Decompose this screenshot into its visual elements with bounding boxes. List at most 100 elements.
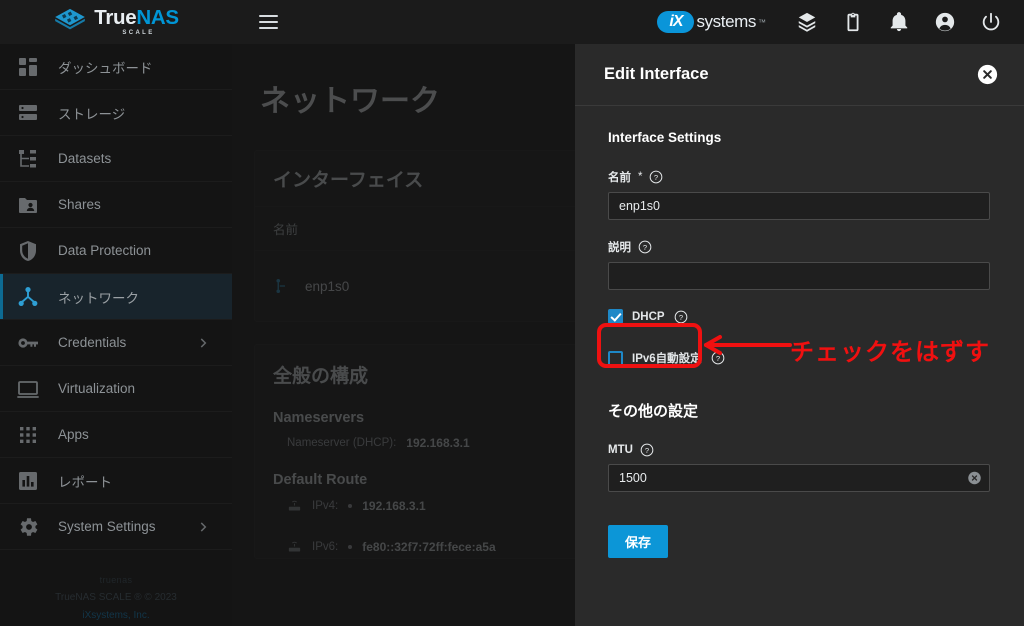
svg-text:?: ?	[678, 312, 682, 321]
help-icon[interactable]: ?	[674, 310, 688, 324]
dhcp-checkbox-row[interactable]: DHCP ?	[608, 309, 995, 324]
account-circle-icon[interactable]	[934, 11, 956, 33]
dhcp-checkbox[interactable]	[608, 309, 623, 324]
ix-tm-mark: ™	[758, 17, 766, 27]
sidebar-item-datasets[interactable]: Datasets	[0, 136, 232, 182]
clipboard-tasks-icon[interactable]	[842, 11, 864, 33]
sidebar-item-label: Shares	[58, 197, 101, 212]
name-field-label: 名前 * ?	[608, 169, 995, 185]
ixsystems-logo[interactable]: iX systems ™	[657, 11, 766, 33]
interface-icon	[276, 278, 285, 294]
sidebar-item-shares[interactable]: Shares	[0, 182, 232, 228]
truenas-scale-app: TrueNAS SCALE iX systems ™ ダッシュボード ストレージ…	[0, 0, 1024, 626]
power-icon[interactable]	[980, 11, 1002, 33]
section-title-other-settings: その他の設定	[608, 403, 699, 420]
truenas-logo[interactable]: TrueNAS SCALE	[0, 0, 232, 44]
monitor-icon	[17, 380, 39, 398]
sidebar-item-label: レポート	[58, 474, 112, 490]
network-icon	[18, 286, 38, 306]
ipv6-auto-checkbox-row[interactable]: IPv6自動設定 ?	[608, 350, 995, 366]
sidebar-item-label: ストレージ	[58, 106, 126, 122]
bullet-dot	[348, 544, 353, 549]
router-icon	[288, 500, 301, 511]
mtu-input[interactable]: 1500	[608, 464, 990, 492]
mtu-input-wrapper: 1500	[608, 464, 990, 492]
description-field-label: 説明 ?	[608, 239, 995, 255]
mtu-label-text: MTU	[608, 444, 633, 456]
interface-name: enp1s0	[305, 278, 350, 294]
shares-folder-icon	[19, 197, 37, 213]
config-value: 192.168.3.1	[362, 498, 426, 513]
bell-alerts-icon[interactable]	[888, 11, 910, 33]
logo-scale-text: SCALE	[122, 29, 155, 36]
key-icon	[18, 337, 38, 348]
dhcp-label: DHCP	[632, 310, 665, 323]
sidebar-item-label: System Settings	[58, 519, 156, 534]
sidebar-item-label: Datasets	[58, 151, 112, 166]
config-value: 192.168.3.1	[406, 436, 470, 450]
checkbox-group: DHCP ? IPv6自動設定 ?	[608, 309, 995, 366]
svg-text:?: ?	[654, 173, 658, 182]
save-button[interactable]: 保存	[608, 525, 668, 558]
mtu-field-label: MTU ?	[608, 443, 995, 457]
required-marker: *	[638, 171, 643, 183]
ix-systems-text: systems	[696, 12, 756, 31]
ipv6-auto-checkbox[interactable]	[608, 350, 623, 366]
sidebar-item-apps[interactable]: Apps	[0, 412, 232, 458]
svg-text:?: ?	[645, 446, 649, 455]
help-icon[interactable]: ?	[711, 351, 725, 365]
help-icon[interactable]: ?	[649, 170, 663, 184]
chevron-right-icon	[200, 521, 207, 532]
top-bar: TrueNAS SCALE iX systems ™	[0, 0, 1024, 44]
edit-interface-panel: Edit Interface Interface Settings 名前 * ?…	[575, 44, 1024, 626]
apps-cube-icon[interactable]	[796, 11, 818, 33]
close-icon[interactable]	[977, 64, 998, 85]
sidebar-item-label: Apps	[58, 427, 89, 442]
help-icon[interactable]: ?	[640, 443, 654, 457]
gear-icon	[20, 517, 38, 536]
config-value: fe80::32f7:72ff:fece:a5a	[362, 539, 496, 554]
svg-text:?: ?	[716, 354, 720, 363]
description-input[interactable]	[608, 262, 990, 290]
name-input[interactable]: enp1s0	[608, 192, 990, 220]
datasets-tree-icon	[19, 149, 36, 167]
description-label-text: 説明	[608, 242, 631, 254]
name-label-text: 名前	[608, 172, 631, 184]
sidebar-item-storage[interactable]: ストレージ	[0, 90, 232, 136]
sidebar-item-label: Virtualization	[58, 381, 136, 396]
config-key: IPv6:	[312, 540, 339, 553]
logo-nas-text: NAS	[136, 6, 179, 30]
sidebar-item-virtualization[interactable]: Virtualization	[0, 366, 232, 412]
sidebar-item-credentials[interactable]: Credentials	[0, 320, 232, 366]
sidebar-item-data-protection[interactable]: Data Protection	[0, 228, 232, 274]
svg-text:?: ?	[643, 243, 647, 252]
footer-link[interactable]: iXsystems, Inc.	[0, 607, 232, 626]
reports-chart-icon	[19, 471, 37, 490]
sidebar-item-label: ネットワーク	[58, 290, 139, 306]
truenas-wordmark: TrueNAS SCALE	[94, 6, 179, 36]
chevron-right-icon	[200, 337, 207, 348]
sidebar-item-label: ダッシュボード	[58, 60, 153, 76]
panel-title: Edit Interface	[604, 65, 709, 83]
config-key: Nameserver (DHCP):	[287, 437, 397, 449]
footer-copyright: TrueNAS SCALE ® © 2023	[55, 591, 177, 603]
ipv6-auto-label: IPv6自動設定	[632, 353, 702, 365]
hamburger-menu-icon[interactable]	[246, 0, 290, 44]
footer-brand: truenas	[99, 575, 133, 585]
apps-grid-icon	[20, 426, 36, 443]
description-field-group: 説明 ?	[608, 239, 995, 290]
sidebar-item-network[interactable]: ネットワーク	[0, 274, 232, 320]
logo-true-text: True	[94, 6, 137, 30]
sidebar-item-system-settings[interactable]: System Settings	[0, 504, 232, 550]
section-title-interface-settings: Interface Settings	[608, 130, 722, 145]
sidebar-item-dashboard[interactable]: ダッシュボード	[0, 44, 232, 90]
shield-icon	[20, 240, 36, 261]
clear-icon[interactable]	[967, 471, 982, 486]
help-icon[interactable]: ?	[638, 240, 652, 254]
sidebar-item-reports[interactable]: レポート	[0, 458, 232, 504]
topbar-icon-group	[796, 11, 1002, 33]
bullet-dot	[348, 503, 353, 508]
panel-body: Interface Settings 名前 * ? enp1s0 説明 ? DH…	[575, 106, 1024, 626]
name-field-group: 名前 * ? enp1s0	[608, 169, 995, 220]
mtu-field-group: MTU ? 1500	[608, 443, 995, 492]
